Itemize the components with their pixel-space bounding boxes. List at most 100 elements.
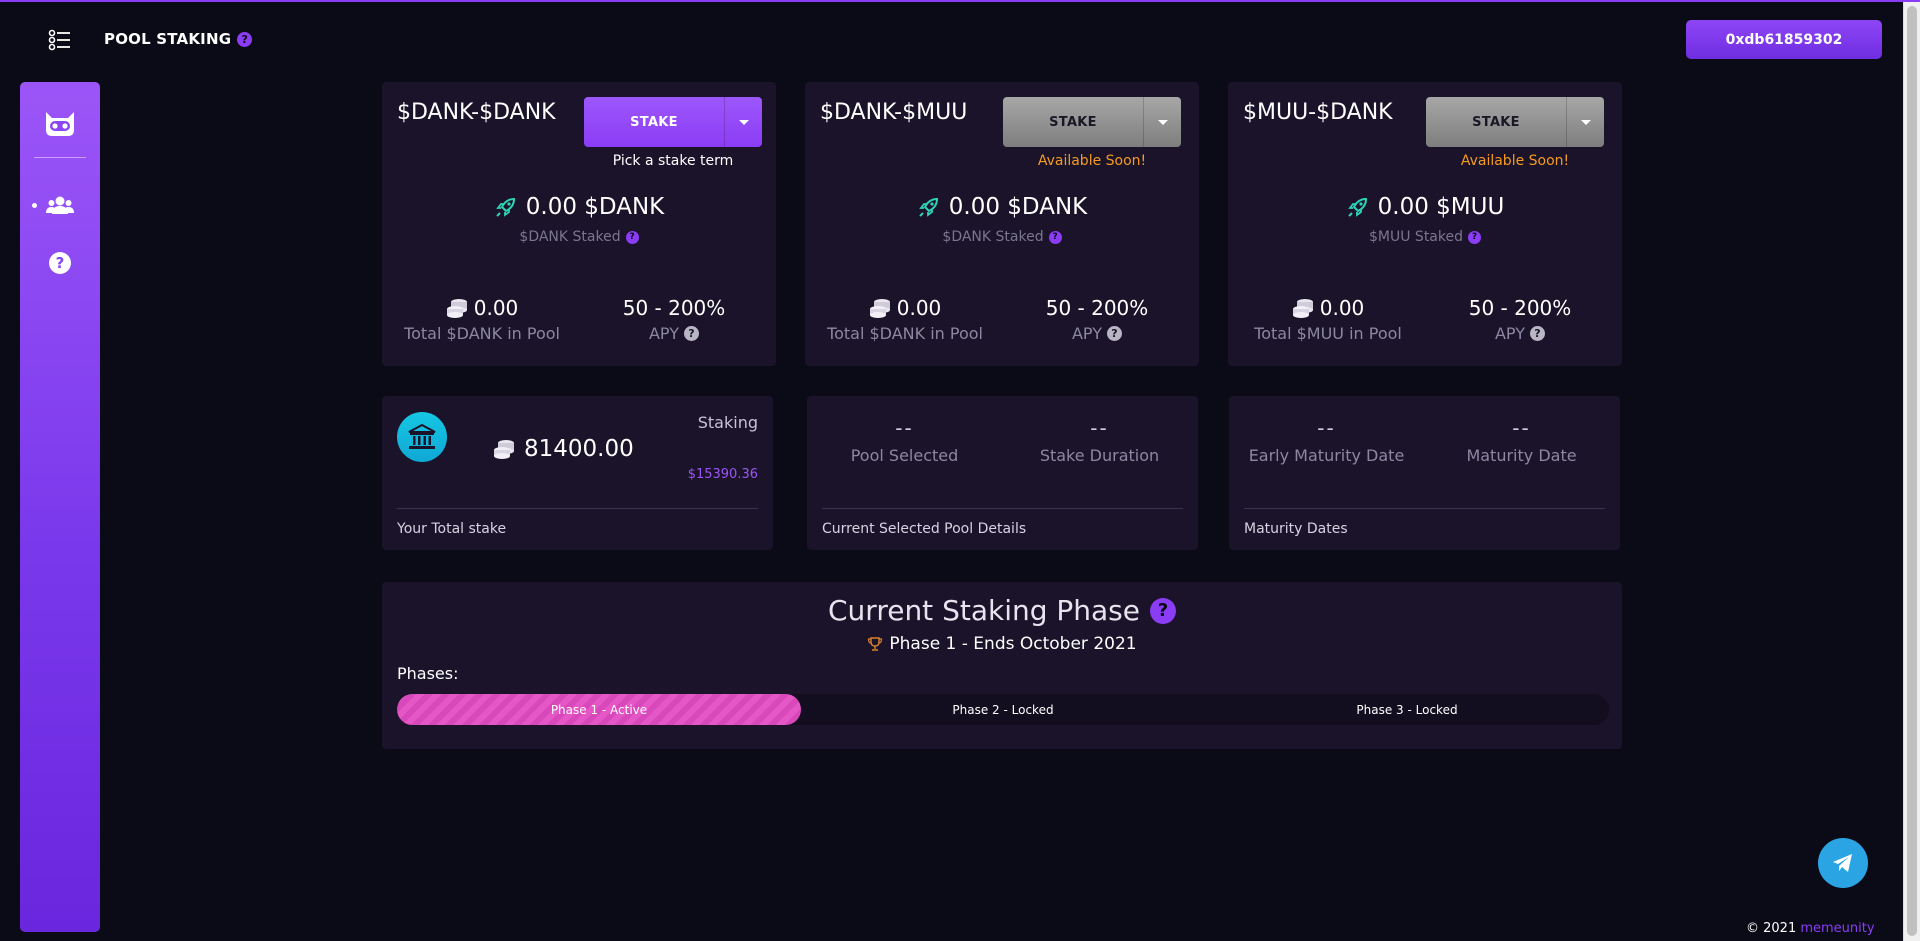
wallet-address-button[interactable]: 0xdb61859302 [1686, 20, 1882, 59]
apy-label: APY [648, 324, 679, 343]
stake-duration-value: -- [1090, 416, 1109, 440]
coins-icon [446, 299, 467, 318]
brand-link[interactable]: memeunity [1800, 921, 1874, 936]
staked-label: $DANK Staked ? [805, 229, 1199, 245]
help-icon[interactable]: ? [684, 326, 699, 341]
help-icon[interactable]: ? [237, 31, 253, 47]
help-icon[interactable]: ? [1530, 326, 1545, 341]
stake-button[interactable]: STAKE [1426, 97, 1604, 147]
help-icon[interactable]: ? [625, 230, 639, 244]
help-icon[interactable]: ? [1107, 326, 1122, 341]
staked-amount: 0.00 $DANK [805, 194, 1199, 220]
help-icon[interactable]: ? [1150, 597, 1176, 624]
stake-duration-field: -- Stake Duration [1002, 416, 1197, 465]
total-stake-value: 81400.00 [524, 436, 634, 462]
pool-name: $DANK-$DANK [397, 100, 556, 125]
sidebar-divider [34, 157, 86, 158]
staked-label-text: $DANK Staked [519, 229, 621, 245]
card-footer: Maturity Dates [1244, 521, 1348, 537]
availability-note: Available Soon! [1460, 153, 1570, 169]
pool-total-label: Total $DANK in Pool [404, 324, 560, 343]
telegram-icon[interactable] [1818, 838, 1868, 888]
stake-note: Pick a stake term [612, 153, 734, 169]
pool-name: $DANK-$MUU [820, 100, 968, 125]
apy-label: APY [1494, 324, 1525, 343]
staked-amount: 0.00 $DANK [382, 194, 776, 220]
pool-total-value: 0.00 [896, 296, 942, 320]
rocket-icon [918, 197, 938, 217]
staked-label: $DANK Staked ? [382, 229, 776, 245]
rocket-icon [1347, 197, 1367, 217]
sidebar: ? [20, 82, 100, 932]
phase-title: Current Staking Phase ? [382, 594, 1622, 627]
logo-icon[interactable] [42, 108, 78, 138]
staked-amount-value: 0.00 $MUU [1377, 194, 1505, 220]
pool-total-value: 0.00 [473, 296, 519, 320]
maturity-date-field: -- Maturity Date [1424, 416, 1619, 465]
scrollbar-thumb[interactable] [1907, 6, 1917, 936]
stake-button[interactable]: STAKE [1003, 97, 1181, 147]
pool-selected-label: Pool Selected [850, 446, 959, 465]
phase-progress: Phase 1 - Active Phase 2 - Locked Phase … [397, 694, 1609, 725]
chevron-down-icon[interactable] [1143, 97, 1181, 147]
page-title: POOL STAKING ? [104, 30, 253, 48]
help-icon[interactable]: ? [1468, 230, 1481, 244]
staking-label: Staking [697, 413, 758, 432]
coins-icon [1292, 299, 1313, 318]
pool-total-stat: 0.00 Total $DANK in Pool [392, 295, 572, 343]
stake-button-label[interactable]: STAKE [1426, 97, 1566, 147]
copyright-text: © 2021 [1746, 921, 1797, 936]
stake-button[interactable]: STAKE [584, 97, 762, 147]
apy-stat: 50 - 200% APY? [1430, 295, 1610, 343]
early-maturity-field: -- Early Maturity Date [1229, 416, 1424, 465]
staked-label-text: $DANK Staked [942, 229, 1044, 245]
bank-icon [397, 412, 447, 462]
pool-card: $DANK-$MUU STAKE Available Soon! 0.00 $D… [805, 82, 1199, 366]
early-maturity-label: Early Maturity Date [1248, 446, 1405, 465]
apy-value: 50 - 200% [1468, 296, 1572, 320]
help-icon[interactable]: ? [1048, 230, 1062, 244]
apy-stat: 50 - 200% APY? [584, 295, 764, 343]
staked-amount-value: 0.00 $DANK [525, 194, 665, 220]
staked-amount-value: 0.00 $DANK [948, 194, 1088, 220]
card-divider [1244, 508, 1605, 509]
usd-value: $15390.36 [687, 467, 758, 482]
maturity-date-value: -- [1512, 416, 1531, 440]
apy-value: 50 - 200% [1045, 296, 1149, 320]
pool-total-value: 0.00 [1319, 296, 1365, 320]
chevron-down-icon[interactable] [1566, 97, 1604, 147]
phase-title-text: Current Staking Phase [828, 594, 1140, 627]
pool-total-stat: 0.00 Total $MUU in Pool [1238, 295, 1418, 343]
card-divider [822, 508, 1183, 509]
pool-total-label: Total $DANK in Pool [827, 324, 983, 343]
footer: © 2021 memeunity [1746, 921, 1875, 936]
maturity-card: -- Early Maturity Date -- Maturity Date … [1229, 396, 1620, 550]
current-phase: Phase 1 - Ends October 2021 [382, 634, 1622, 654]
selected-pool-card: -- Pool Selected -- Stake Duration Curre… [807, 396, 1198, 550]
card-divider [397, 508, 758, 509]
page-title-text: POOL STAKING [104, 30, 232, 48]
coins-icon [494, 440, 514, 459]
rocket-icon [495, 197, 515, 217]
card-footer: Current Selected Pool Details [822, 521, 1027, 537]
stake-button-label[interactable]: STAKE [1003, 97, 1143, 147]
users-icon[interactable] [46, 192, 74, 218]
apy-stat: 50 - 200% APY? [1007, 295, 1187, 343]
stake-button-label[interactable]: STAKE [584, 97, 724, 147]
help-icon[interactable]: ? [49, 252, 71, 274]
staked-amount: 0.00 $MUU [1228, 194, 1622, 220]
stake-duration-label: Stake Duration [1039, 446, 1160, 465]
apy-label: APY [1071, 324, 1102, 343]
phase-segment-locked: Phase 3 - Locked [1356, 702, 1458, 717]
early-maturity-value: -- [1317, 416, 1336, 440]
menu-toggle-icon[interactable] [48, 28, 74, 52]
maturity-date-label: Maturity Date [1466, 446, 1577, 465]
coins-icon [869, 299, 890, 318]
staked-label: $MUU Staked ? [1228, 229, 1622, 245]
staking-phase-card: Current Staking Phase ? Phase 1 - Ends O… [382, 582, 1622, 749]
total-stake-amount: 81400.00 [492, 436, 634, 462]
scrollbar[interactable] [1903, 2, 1920, 941]
top-accent-line [0, 0, 1920, 2]
pool-total-label: Total $MUU in Pool [1254, 324, 1402, 343]
chevron-down-icon[interactable] [724, 97, 762, 147]
